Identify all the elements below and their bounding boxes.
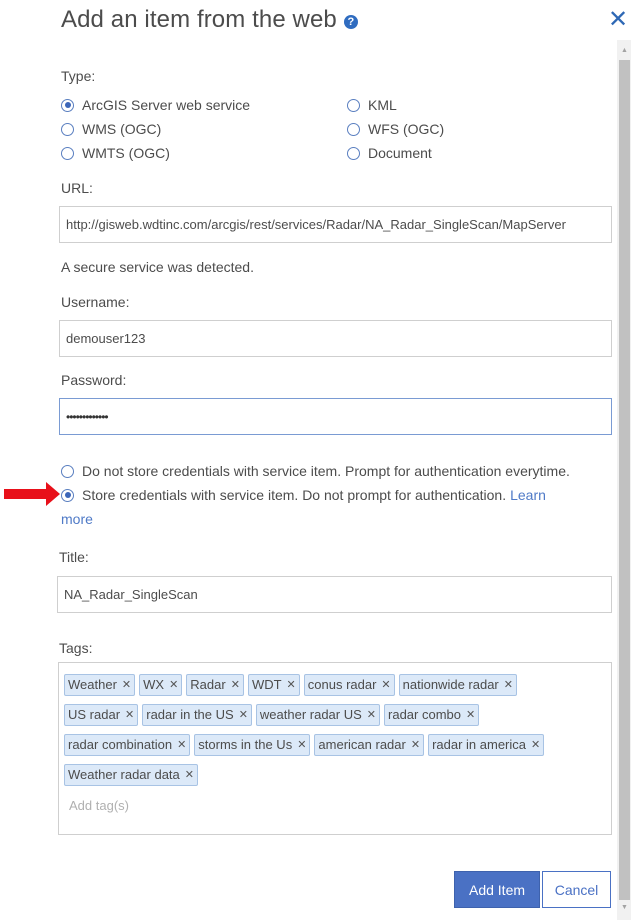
remove-tag-icon[interactable]: ✕: [367, 705, 376, 725]
radio-label: WMS (OGC): [82, 121, 162, 137]
radio-icon[interactable]: [61, 464, 74, 478]
remove-tag-icon[interactable]: ✕: [287, 675, 296, 695]
username-input[interactable]: demouser123: [59, 320, 612, 357]
tag: radar combination ✕: [64, 734, 191, 756]
type-option-kml[interactable]: KML: [347, 97, 397, 113]
type-option-document[interactable]: Document: [347, 145, 432, 161]
type-label: Type:: [61, 68, 96, 84]
url-value: http://gisweb.wdtinc.com/arcgis/rest/ser…: [66, 217, 566, 232]
type-option-wms[interactable]: WMS (OGC): [61, 121, 161, 137]
remove-tag-icon[interactable]: ✕: [239, 705, 248, 725]
radio-checked-icon[interactable]: [61, 488, 74, 502]
learn-more-link[interactable]: Learn: [510, 487, 546, 503]
username-label: Username:: [61, 294, 130, 310]
remove-tag-icon[interactable]: ✕: [177, 735, 186, 755]
scroll-down-icon[interactable]: ▼: [619, 902, 630, 914]
tag: Weather ✕: [64, 674, 136, 696]
password-input[interactable]: •••••••••••••: [59, 398, 612, 435]
radio-label: WFS (OGC): [368, 121, 445, 137]
tag: radar combo ✕: [384, 704, 480, 726]
annotation-arrow-shaft: [4, 489, 46, 499]
radio-label: Document: [368, 145, 432, 161]
tags-label: Tags:: [59, 640, 93, 656]
credentials-option-store[interactable]: Store credentials with service item. Do …: [61, 487, 546, 503]
radio-icon[interactable]: [61, 122, 74, 136]
username-value: demouser123: [66, 331, 146, 346]
tag-row: Weather radar data ✕: [64, 764, 198, 786]
help-icon[interactable]: ?: [343, 15, 358, 29]
dialog-title: Add an item from the web ?: [61, 6, 358, 34]
dialog-title-text: Add an item from the web: [61, 6, 337, 33]
radio-icon[interactable]: [347, 98, 360, 112]
tag: US radar ✕: [64, 704, 139, 726]
remove-tag-icon[interactable]: ✕: [411, 735, 420, 755]
tag: radar in america ✕: [428, 734, 545, 756]
remove-tag-icon[interactable]: ✕: [504, 675, 513, 695]
tag-row: US radar ✕ radar in the US ✕ weather radar…: [64, 704, 480, 726]
radio-icon[interactable]: [347, 122, 360, 136]
radio-icon[interactable]: [61, 146, 74, 160]
radio-label: WMTS (OGC): [82, 145, 170, 161]
radio-checked-icon[interactable]: [61, 98, 74, 112]
radio-label: Do not store credentials with service it…: [82, 463, 570, 479]
title-input[interactable]: NA_Radar_SingleScan: [57, 576, 612, 613]
scrollbar-thumb[interactable]: [619, 60, 630, 900]
scroll-up-icon[interactable]: ▲: [619, 45, 630, 57]
type-option-wmts[interactable]: WMTS (OGC): [61, 145, 170, 161]
learn-more-link-continued[interactable]: more: [61, 511, 93, 527]
tag: weather radar US ✕: [255, 704, 381, 726]
credentials-option-prompt[interactable]: Do not store credentials with service it…: [61, 463, 570, 479]
close-icon[interactable]: ✕: [608, 6, 628, 34]
radio-label: ArcGIS Server web service: [82, 97, 251, 113]
tag: WDT ✕: [247, 674, 300, 696]
url-input[interactable]: http://gisweb.wdtinc.com/arcgis/rest/ser…: [59, 206, 612, 243]
title-label: Title:: [59, 549, 89, 565]
tag: nationwide radar ✕: [398, 674, 517, 696]
remove-tag-icon[interactable]: ✕: [381, 675, 390, 695]
remove-tag-icon[interactable]: ✕: [185, 765, 194, 785]
remove-tag-icon[interactable]: ✕: [297, 735, 306, 755]
cancel-button[interactable]: Cancel: [542, 871, 611, 908]
radio-label: Store credentials with service item. Do …: [82, 487, 507, 503]
add-item-button[interactable]: Add Item: [454, 871, 540, 908]
tag: radar in the US ✕: [142, 704, 252, 726]
tag: conus radar ✕: [303, 674, 395, 696]
title-value: NA_Radar_SingleScan: [64, 587, 198, 602]
password-value: •••••••••••••: [66, 409, 109, 424]
remove-tag-icon[interactable]: ✕: [169, 675, 178, 695]
remove-tag-icon[interactable]: ✕: [531, 735, 540, 755]
tag: Radar ✕: [186, 674, 244, 696]
tag: WX ✕: [139, 674, 183, 696]
url-label: URL:: [61, 180, 93, 196]
radio-icon[interactable]: [347, 146, 360, 160]
tag: storms in the Us ✕: [194, 734, 311, 756]
tag: american radar ✕: [314, 734, 425, 756]
annotation-arrow-icon: [46, 482, 60, 506]
tag-row: Weather ✕ WX ✕ Radar ✕ WDT ✕ conus radar ✕ na…: [64, 674, 517, 696]
remove-tag-icon[interactable]: ✕: [231, 675, 240, 695]
remove-tag-icon[interactable]: ✕: [122, 675, 131, 695]
remove-tag-icon[interactable]: ✕: [466, 705, 475, 725]
secure-service-notice: A secure service was detected.: [61, 259, 254, 275]
tags-input[interactable]: Weather ✕ WX ✕ Radar ✕ WDT ✕ conus radar ✕ na…: [58, 662, 612, 835]
password-label: Password:: [61, 372, 127, 388]
type-option-wfs[interactable]: WFS (OGC): [347, 121, 444, 137]
tag: Weather radar data ✕: [64, 764, 198, 786]
radio-label: KML: [368, 97, 397, 113]
remove-tag-icon[interactable]: ✕: [125, 705, 134, 725]
add-tags-placeholder[interactable]: Add tag(s): [69, 798, 129, 813]
type-option-arcgis[interactable]: ArcGIS Server web service: [61, 97, 250, 113]
tag-row: radar combination ✕ storms in the Us ✕ ame…: [64, 734, 545, 756]
